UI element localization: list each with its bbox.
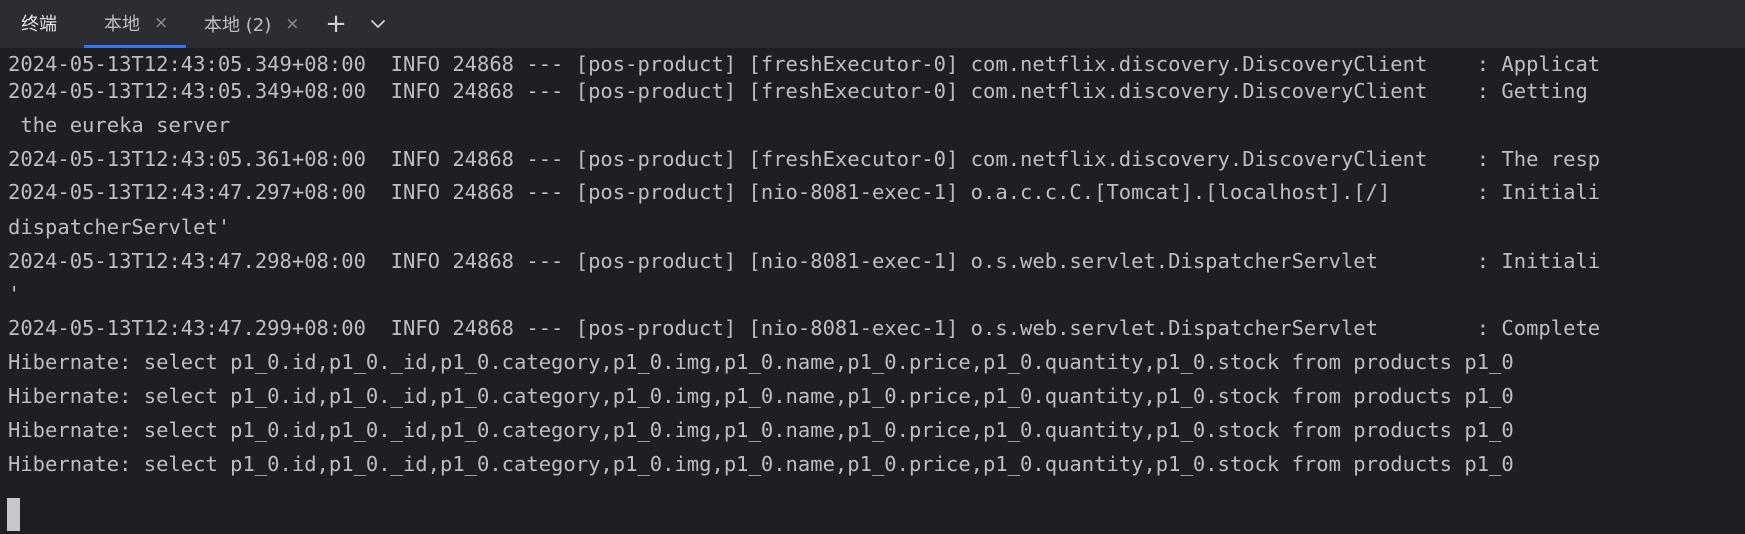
terminal-line: the eureka server bbox=[8, 113, 231, 137]
terminal-tab-bar: 终端 本地 × 本地 (2) × + bbox=[0, 0, 1745, 49]
chevron-down-icon[interactable] bbox=[365, 11, 391, 37]
terminal-line: 2024-05-13T12:43:05.349+08:00 INFO 24868… bbox=[8, 79, 1588, 103]
terminal-line: Hibernate: select p1_0.id,p1_0._id,p1_0.… bbox=[8, 350, 1514, 374]
chevron-down-icon-glyph bbox=[371, 20, 385, 28]
tab-label: 本地 (2) bbox=[204, 15, 272, 36]
terminal-line: 2024-05-13T12:43:47.299+08:00 INFO 24868… bbox=[8, 316, 1601, 340]
terminal-output[interactable]: 2024-05-13T12:43:05.349+08:00 INFO 24868… bbox=[0, 49, 1745, 534]
text-cursor bbox=[7, 498, 20, 531]
terminal-line: dispatcherServlet' bbox=[8, 215, 231, 239]
terminal-line: Hibernate: select p1_0.id,p1_0._id,p1_0.… bbox=[8, 418, 1514, 442]
terminal-line: Hibernate: select p1_0.id,p1_0._id,p1_0.… bbox=[8, 384, 1514, 408]
tool-window-title: 终端 bbox=[21, 14, 57, 35]
terminal-line: 2024-05-13T12:43:05.361+08:00 INFO 24868… bbox=[8, 147, 1601, 171]
tab-local[interactable]: 本地 × bbox=[84, 0, 186, 48]
terminal-line: Hibernate: select p1_0.id,p1_0._id,p1_0.… bbox=[8, 452, 1514, 476]
new-tab-button[interactable]: + bbox=[323, 11, 349, 37]
tab-label: 本地 bbox=[104, 13, 140, 35]
close-icon[interactable]: × bbox=[154, 13, 168, 33]
tab-local-2[interactable]: 本地 (2) × bbox=[186, 0, 310, 48]
terminal-line: 2024-05-13T12:43:47.298+08:00 INFO 24868… bbox=[8, 249, 1601, 273]
close-icon[interactable]: × bbox=[285, 14, 299, 34]
terminal-line: ' bbox=[8, 282, 21, 306]
terminal-line: 2024-05-13T12:43:47.297+08:00 INFO 24868… bbox=[8, 180, 1601, 204]
